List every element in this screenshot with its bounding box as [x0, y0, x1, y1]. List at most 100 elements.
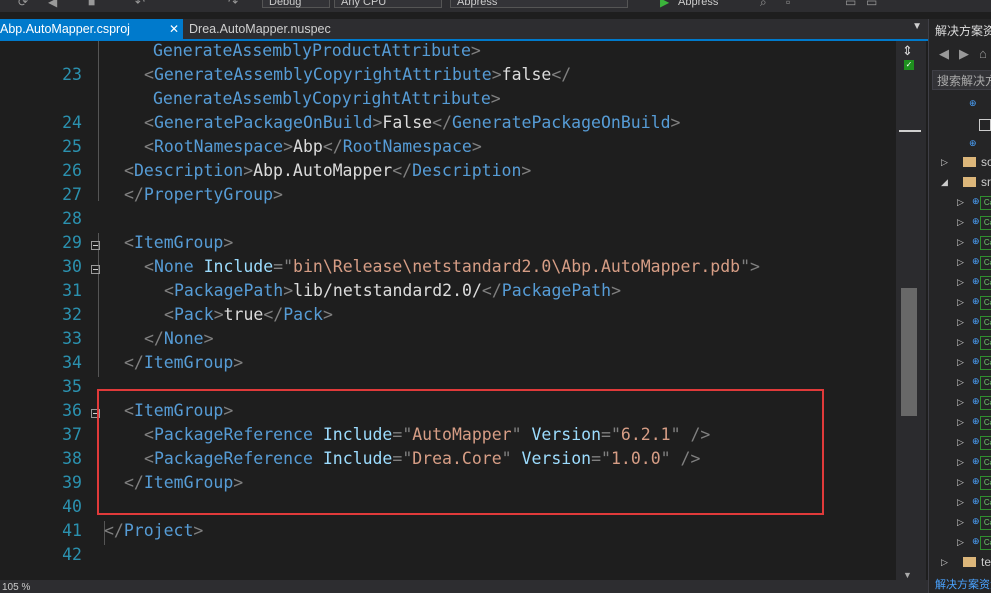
lock-icon: ⊕: [972, 396, 980, 406]
close-icon[interactable]: ✕: [169, 19, 179, 39]
chevron-right-icon[interactable]: ▷: [957, 337, 964, 348]
tree-project-item[interactable]: ▷ ⊕C#: [929, 493, 991, 513]
search-input[interactable]: 搜索解决方案资源管理器: [932, 70, 991, 90]
code-line[interactable]: </None>: [144, 327, 214, 351]
csharp-project-icon: C#: [980, 496, 991, 510]
chevron-right-icon[interactable]: ▷: [957, 197, 964, 208]
chevron-right-icon[interactable]: ▷: [957, 357, 964, 368]
csharp-project-icon: C#: [980, 316, 991, 330]
refresh-icon[interactable]: ⟳: [18, 0, 28, 8]
tree-project-item[interactable]: ▷ ⊕C#: [929, 293, 991, 313]
code-line[interactable]: <PackagePath>lib/netstandard2.0/</Packag…: [164, 279, 621, 303]
split-icon[interactable]: ⇕: [902, 43, 913, 59]
tree-project-item[interactable]: ▷ ⊕C#: [929, 373, 991, 393]
code-line[interactable]: <Description>Abp.AutoMapper</Description…: [124, 159, 531, 183]
chevron-right-icon[interactable]: ▷: [957, 217, 964, 228]
chevron-right-icon[interactable]: ▷: [941, 157, 948, 168]
tree-project-item[interactable]: ▷ ⊕C#: [929, 213, 991, 233]
save-all-icon[interactable]: ■: [88, 0, 95, 8]
run-target-label[interactable]: Abpress: [678, 0, 718, 8]
tree-folder-sol[interactable]: ▷ sol: [929, 153, 991, 173]
tree-project-item[interactable]: ▷ ⊕C#: [929, 453, 991, 473]
chevron-right-icon[interactable]: ▷: [941, 557, 948, 568]
chevron-right-icon[interactable]: ▷: [957, 377, 964, 388]
code-line[interactable]: <RootNamespace>Abp</RootNamespace>: [144, 135, 482, 159]
chevron-right-icon[interactable]: ▷: [957, 517, 964, 528]
config-dropdown[interactable]: Debug: [262, 0, 330, 8]
tree-project-item[interactable]: ▷ ⊕C#: [929, 513, 991, 533]
chevron-right-icon[interactable]: ▷: [957, 277, 964, 288]
home-icon[interactable]: ⌂: [979, 46, 987, 61]
startup-project-dropdown[interactable]: Abpress: [450, 0, 628, 8]
tree-project-item[interactable]: ▷ ⊕C#: [929, 393, 991, 413]
back-icon[interactable]: ◀: [48, 0, 57, 8]
tree-project-item[interactable]: ▷ ⊕C#: [929, 413, 991, 433]
code-line[interactable]: </Project>: [104, 519, 203, 543]
code-line[interactable]: <None Include="bin\Release\netstandard2.…: [144, 255, 760, 279]
chevron-right-icon[interactable]: ▷: [957, 237, 964, 248]
tree-project-item[interactable]: ▷ ⊕C#: [929, 193, 991, 213]
collapse-icon[interactable]: [91, 265, 100, 274]
tree-item[interactable]: [929, 115, 991, 135]
find-icon[interactable]: ⌕: [760, 0, 767, 8]
chevron-right-icon[interactable]: ▷: [957, 397, 964, 408]
tree-folder-test[interactable]: ▷ test: [929, 553, 991, 573]
chevron-right-icon[interactable]: ▷: [957, 537, 964, 548]
code-editor[interactable]: 23 24 25 26 27 28 29 30 31 32 33 34 35 3…: [0, 41, 896, 580]
code-line[interactable]: <Pack>true</Pack>: [164, 303, 333, 327]
layout-icon[interactable]: ▫: [786, 0, 790, 8]
tree-project-item[interactable]: ▷ ⊕C#: [929, 333, 991, 353]
line-number: 23: [62, 65, 82, 84]
chevron-right-icon[interactable]: ▷: [957, 417, 964, 428]
lock-icon: ⊕: [972, 436, 980, 446]
line-number: 42: [62, 545, 82, 564]
code-line[interactable]: GenerateAssemblyProductAttribute>: [153, 41, 481, 63]
chevron-down-icon[interactable]: ▼: [912, 21, 922, 32]
chevron-right-icon[interactable]: ▷: [957, 457, 964, 468]
code-line[interactable]: <GenerateAssemblyCopyrightAttribute>fals…: [144, 63, 571, 87]
tab-drea-automapper-nuspec[interactable]: Drea.AutoMapper.nuspec: [189, 19, 331, 39]
solution-explorer: 解决方案资源管理器 ◀ ▶ ⌂ 搜索解决方案资源管理器 ⊕ ⊕ ▷ sol ◢ …: [928, 19, 991, 593]
vertical-scrollbar[interactable]: ⇕ ✓ ▼: [896, 41, 926, 580]
chevron-right-icon[interactable]: ▷: [957, 477, 964, 488]
folder-open-icon: [963, 177, 976, 187]
code-line[interactable]: </ItemGroup>: [124, 351, 243, 375]
chevron-right-icon[interactable]: ▷: [957, 317, 964, 328]
tree-item[interactable]: ⊕: [929, 135, 991, 155]
tree-project-item[interactable]: ▷ ⊕C#: [929, 473, 991, 493]
undo-icon[interactable]: ↶: [135, 0, 145, 8]
chevron-right-icon[interactable]: ▷: [957, 297, 964, 308]
run-icon[interactable]: ▶: [660, 0, 669, 8]
chevron-down-icon[interactable]: ▼: [903, 570, 912, 580]
tab-solution-explorer[interactable]: 解决方案资源管理器: [935, 576, 991, 592]
tree-project-item[interactable]: ▷ ⊕C#: [929, 433, 991, 453]
code-line[interactable]: GenerateAssemblyCopyrightAttribute>: [153, 87, 501, 111]
line-number: 25: [62, 137, 82, 156]
back-icon[interactable]: ◀: [939, 46, 949, 62]
code-line[interactable]: </PropertyGroup>: [124, 183, 283, 207]
toolbar-icon-a[interactable]: ▭: [845, 0, 856, 8]
chevron-down-icon[interactable]: ◢: [941, 177, 948, 188]
chevron-right-icon[interactable]: ▷: [957, 257, 964, 268]
tree-project-item[interactable]: ▷ ⊕C#: [929, 353, 991, 373]
tree-project-item[interactable]: ▷ ⊕C#: [929, 233, 991, 253]
tree-item[interactable]: ⊕: [929, 95, 991, 115]
scroll-position-marker: [899, 130, 921, 132]
code-line[interactable]: <ItemGroup>: [124, 231, 233, 255]
scroll-thumb[interactable]: [901, 288, 917, 416]
tree-project-item[interactable]: ▷ ⊕C#: [929, 273, 991, 293]
tree-folder-src[interactable]: ◢ src: [929, 173, 991, 193]
tree-project-item[interactable]: ▷ ⊕C#: [929, 253, 991, 273]
forward-icon[interactable]: ▶: [959, 46, 969, 62]
tree-project-item[interactable]: ▷ ⊕C#: [929, 313, 991, 333]
toolbar-icon-b[interactable]: ▭: [866, 0, 877, 8]
chevron-right-icon[interactable]: ▷: [957, 437, 964, 448]
chevron-right-icon[interactable]: ▷: [957, 497, 964, 508]
zoom-level[interactable]: 105 %: [2, 582, 30, 593]
tree-project-item[interactable]: ▷ ⊕C#: [929, 533, 991, 553]
code-line[interactable]: <GeneratePackageOnBuild>False</GenerateP…: [144, 111, 680, 135]
redo-icon[interactable]: ↷: [228, 0, 238, 8]
collapse-icon[interactable]: [91, 241, 100, 250]
platform-dropdown[interactable]: Any CPU: [334, 0, 442, 8]
tab-abp-automapper-csproj[interactable]: Abp.AutoMapper.csproj ✕: [0, 19, 183, 39]
